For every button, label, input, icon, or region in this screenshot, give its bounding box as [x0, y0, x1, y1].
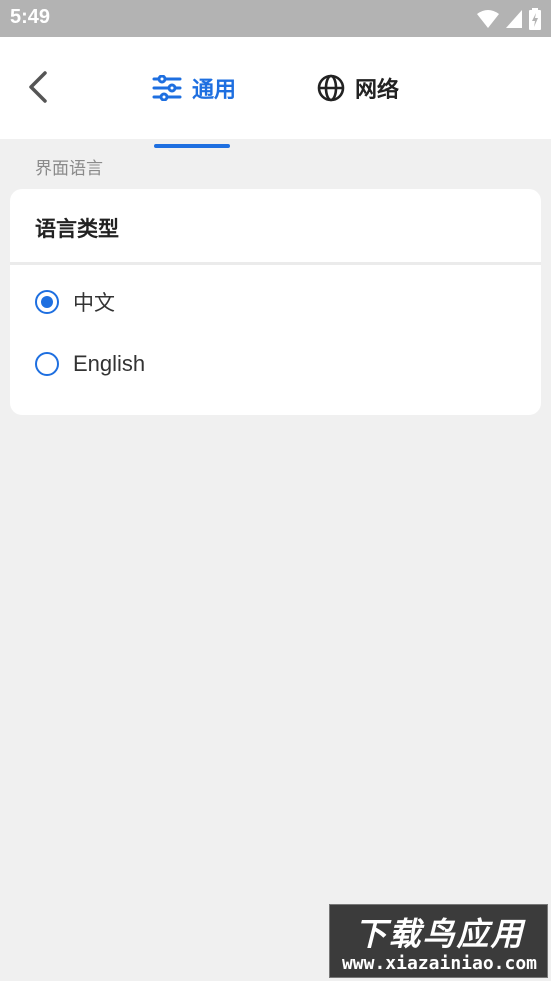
top-navigation-bar: 通用 网络 [0, 37, 551, 148]
language-option-english[interactable]: English [35, 349, 145, 379]
watermark-logo: 下载鸟应用 www.xiazainiao.com [329, 904, 548, 978]
divider [10, 262, 541, 265]
radio-button-chinese[interactable] [35, 290, 59, 314]
section-label: 界面语言 [35, 159, 103, 179]
tab-network-label: 网络 [355, 78, 400, 103]
status-icons [477, 8, 541, 30]
card-title: 语言类型 [35, 217, 119, 241]
status-time: 5:49 [10, 6, 51, 28]
wifi-icon [477, 10, 499, 28]
globe-icon [317, 74, 345, 102]
signal-icon [506, 10, 522, 28]
battery-charging-icon [529, 8, 541, 30]
radio-button-english[interactable] [35, 352, 59, 376]
active-tab-indicator [154, 144, 230, 148]
tab-general-label: 通用 [192, 78, 237, 103]
tab-general[interactable]: 通用 [152, 63, 236, 113]
language-card: 语言类型 中文 English [10, 189, 541, 415]
status-bar: 5:49 [0, 0, 551, 37]
option-label: English [73, 351, 146, 376]
chevron-left-icon [29, 71, 47, 103]
option-label: 中文 [73, 291, 115, 315]
watermark-title: 下载鸟应用 [354, 915, 525, 953]
watermark-url: www.xiazainiao.com [341, 953, 538, 974]
tab-network[interactable]: 网络 [317, 63, 399, 113]
language-option-chinese[interactable]: 中文 [35, 287, 115, 317]
sliders-icon [152, 75, 182, 101]
back-button[interactable] [22, 67, 58, 107]
